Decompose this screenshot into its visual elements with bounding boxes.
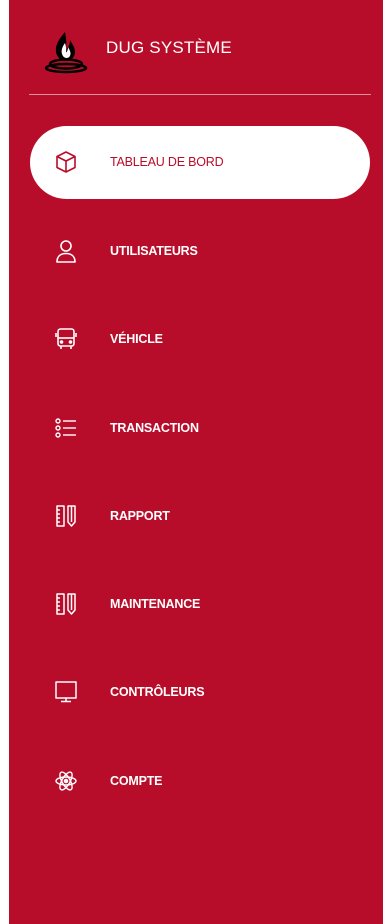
sidebar-item-label: TRANSACTION <box>110 421 199 435</box>
ruler-pencil-icon <box>53 503 79 529</box>
sidebar-item-label: CONTRÔLEURS <box>110 685 205 699</box>
brand[interactable]: DUG SYSTÈME <box>9 0 383 95</box>
sidebar-item-transaction[interactable]: TRANSACTION <box>30 392 370 465</box>
sidebar-item-label: COMPTE <box>110 774 163 788</box>
brand-title: DUG SYSTÈME <box>106 38 232 57</box>
user-icon <box>53 238 79 264</box>
sidebar-item-label: TABLEAU DE BORD <box>110 155 224 169</box>
sidebar-item-utilisateurs[interactable]: UTILISATEURS <box>30 215 370 288</box>
sidebar-item-rapport[interactable]: RAPPORT <box>30 480 370 553</box>
sidebar-item-maintenance[interactable]: MAINTENANCE <box>30 568 370 641</box>
brand-divider <box>29 94 371 95</box>
sidebar-item-label: UTILISATEURS <box>110 244 198 258</box>
flame-logo-icon <box>42 26 90 74</box>
sidebar-item-tableau-de-bord[interactable]: TABLEAU DE BORD <box>30 126 370 199</box>
sidebar-item-label: RAPPORT <box>110 509 170 523</box>
atom-icon <box>53 768 79 794</box>
sidebar: DUG SYSTÈME TABLEAU DE BORD UTILISATEURS… <box>9 0 383 924</box>
sidebar-item-controleurs[interactable]: CONTRÔLEURS <box>30 656 370 729</box>
bus-icon <box>53 326 79 352</box>
cube-icon <box>53 149 79 175</box>
ruler-pencil-icon <box>53 591 79 617</box>
sidebar-item-vehicle[interactable]: VÉHICLE <box>30 303 370 376</box>
sidebar-item-compte[interactable]: COMPTE <box>30 745 370 818</box>
list-icon <box>53 415 79 441</box>
monitor-icon <box>53 679 79 705</box>
sidebar-item-label: MAINTENANCE <box>110 597 201 611</box>
sidebar-item-label: VÉHICLE <box>110 332 163 346</box>
